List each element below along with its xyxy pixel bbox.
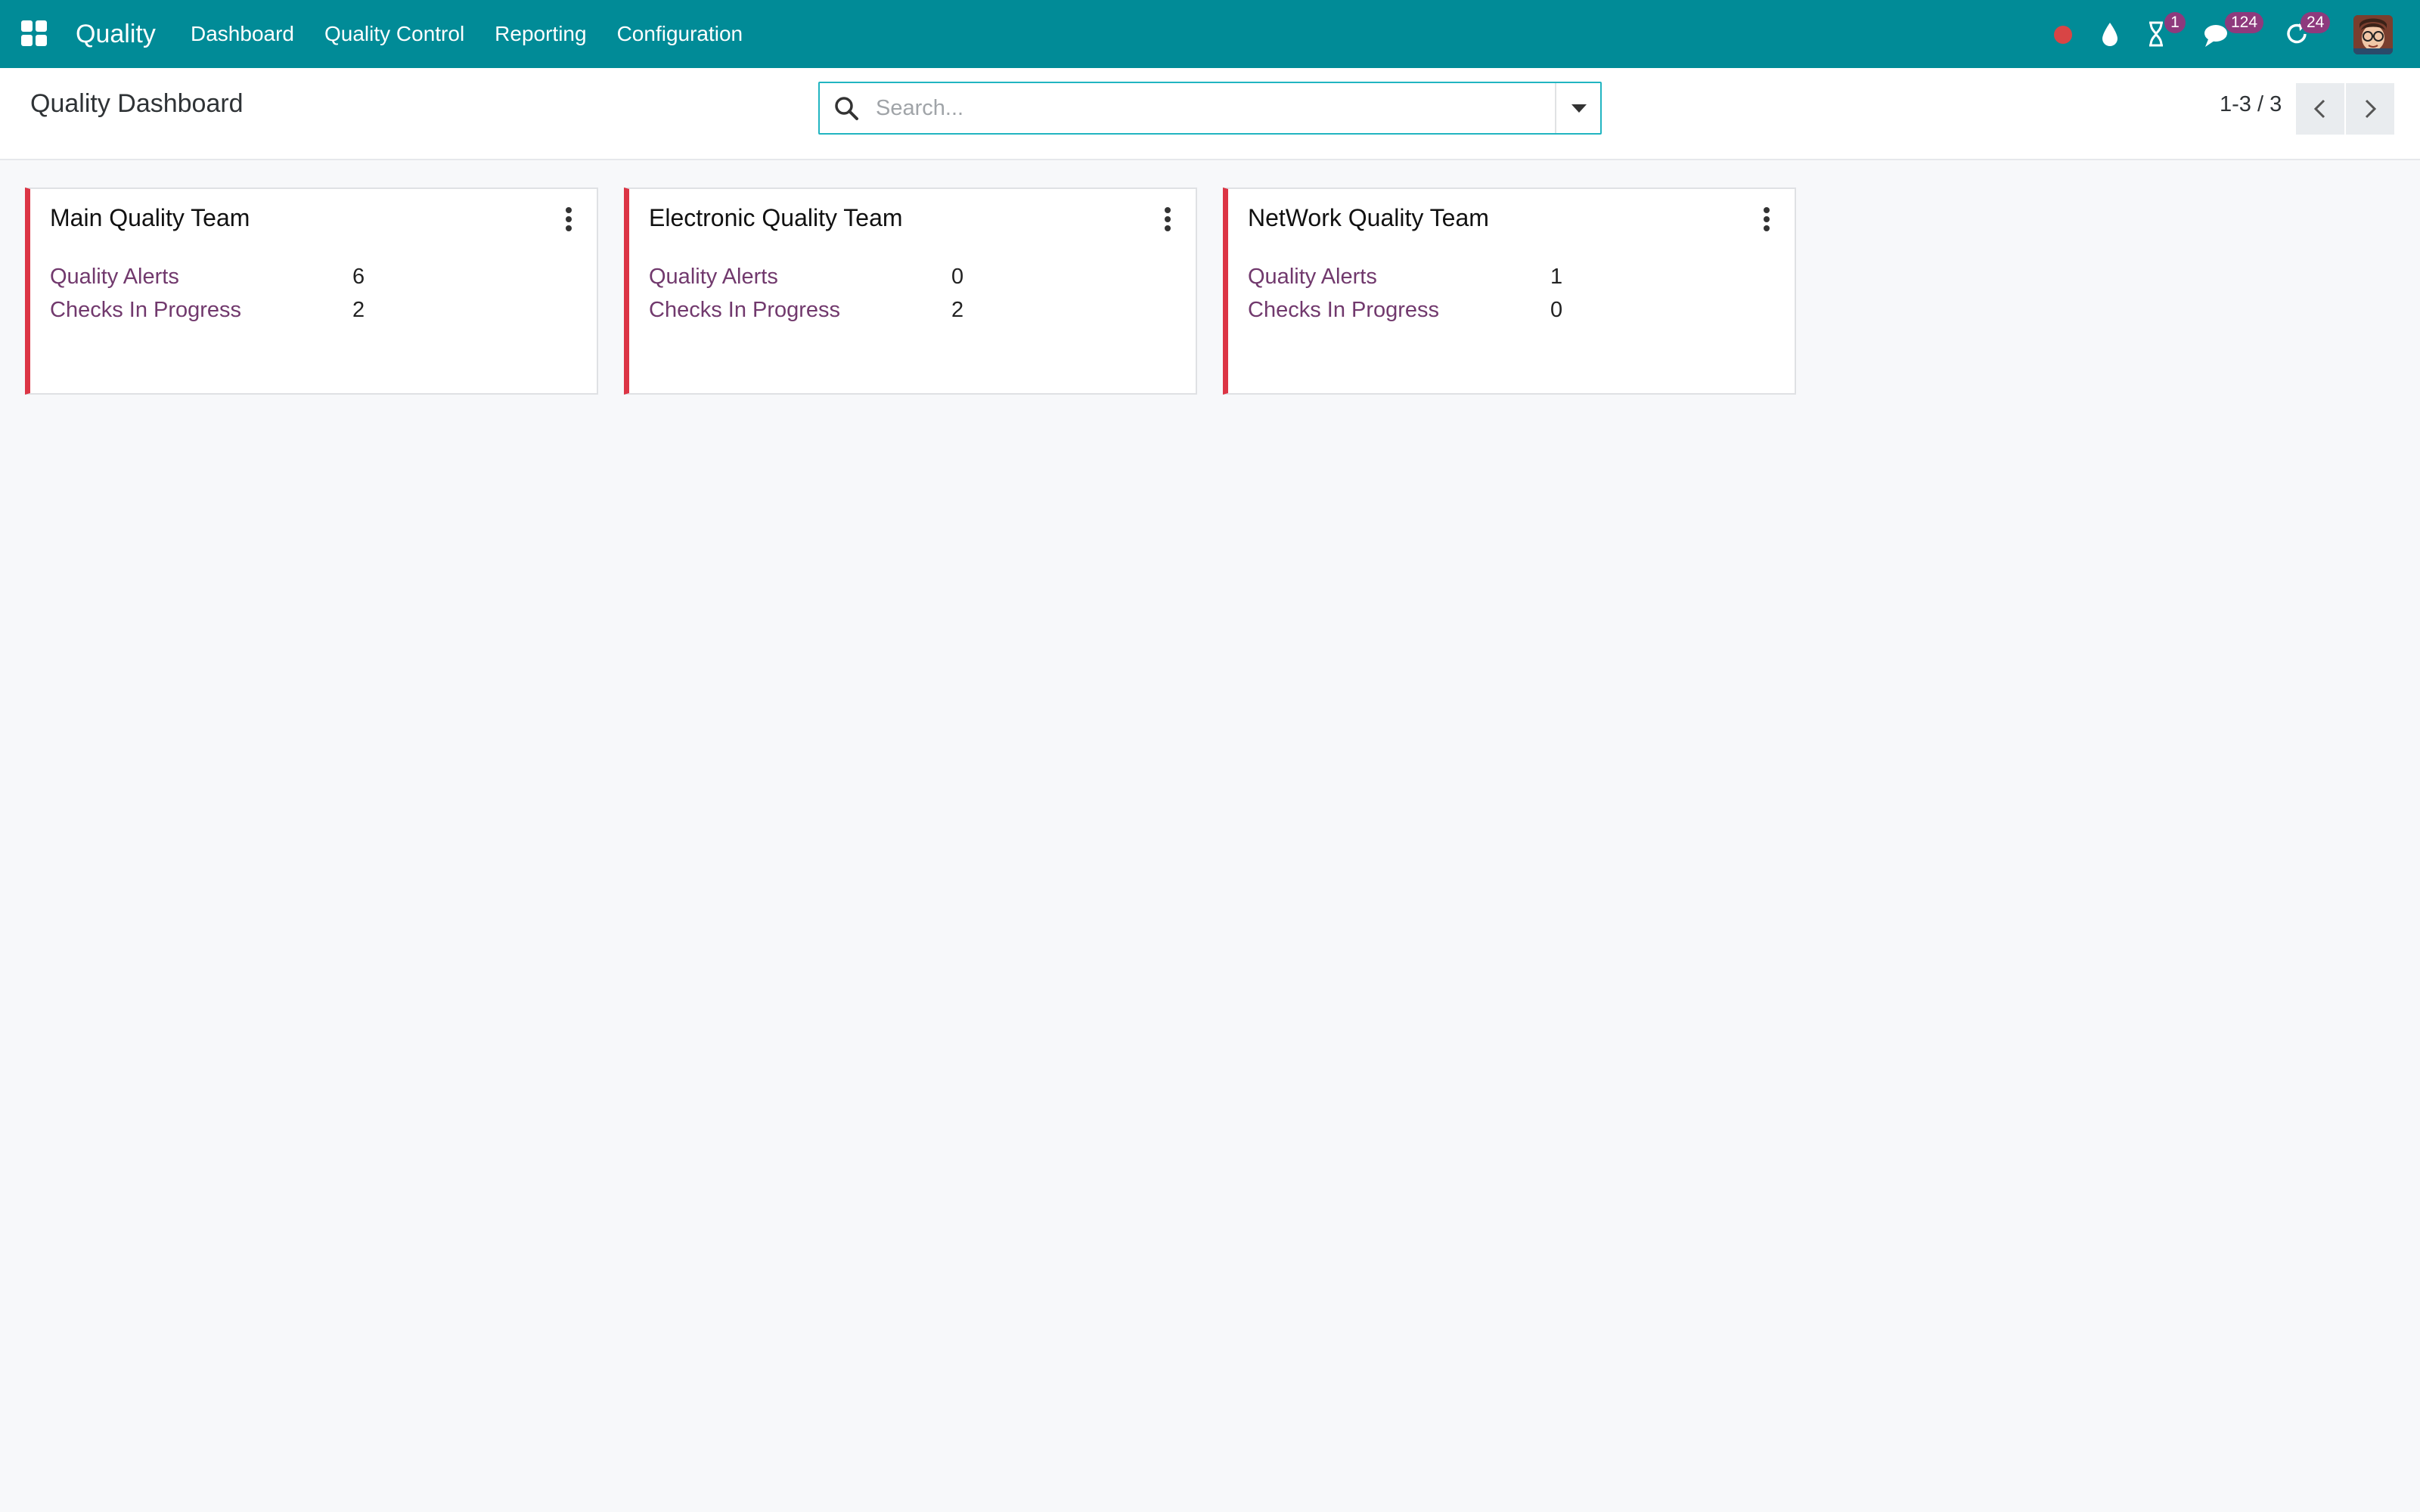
pager-value[interactable]: 1-3 / 3: [2220, 92, 2282, 117]
user-avatar[interactable]: [2353, 15, 2393, 54]
caret-down-icon: [1571, 104, 1587, 113]
pager-next-button[interactable]: [2346, 83, 2394, 135]
app-menu-icon[interactable]: [21, 20, 47, 46]
page-title: Quality Dashboard: [30, 89, 244, 118]
droplet-icon[interactable]: [2099, 0, 2122, 68]
messages-badge: 124: [2225, 12, 2264, 33]
quality-alerts-link[interactable]: Quality Alerts: [50, 265, 179, 290]
pager-previous-button[interactable]: [2296, 83, 2344, 135]
checks-in-progress-count: 2: [352, 298, 365, 322]
updates-badge: 24: [2301, 12, 2331, 33]
card-options-icon[interactable]: [1162, 207, 1173, 234]
menu-dashboard[interactable]: Dashboard: [175, 0, 309, 68]
main-menu: Dashboard Quality Control Reporting Conf…: [175, 0, 758, 68]
checks-in-progress-count: 2: [951, 298, 964, 322]
chevron-right-icon: [2365, 99, 2377, 119]
quality-alerts-count: 1: [1550, 265, 1563, 289]
messages-button[interactable]: 124: [2202, 0, 2264, 68]
search-icon: [835, 97, 858, 120]
checks-in-progress-link[interactable]: Checks In Progress: [50, 298, 241, 323]
quality-alerts-count: 0: [951, 265, 964, 289]
checks-in-progress-link[interactable]: Checks In Progress: [1248, 298, 1439, 323]
search-options-toggle[interactable]: [1555, 83, 1600, 133]
record-dot-icon: [2054, 26, 2072, 44]
quality-alerts-count: 6: [352, 265, 365, 289]
app-brand[interactable]: Quality: [76, 0, 156, 68]
search-input[interactable]: [876, 89, 1526, 127]
activity-badge: 1: [2164, 12, 2186, 33]
checks-in-progress-count: 0: [1550, 298, 1563, 322]
team-card-electronic[interactable]: Electronic Quality Team Quality Alerts 0…: [624, 187, 1197, 395]
card-options-icon[interactable]: [563, 207, 574, 234]
search-bar: [818, 82, 1602, 135]
team-card-main[interactable]: Main Quality Team Quality Alerts 6 Check…: [25, 187, 598, 395]
team-card-network[interactable]: NetWork Quality Team Quality Alerts 1 Ch…: [1223, 187, 1796, 395]
quality-alerts-link[interactable]: Quality Alerts: [649, 265, 778, 290]
hourglass-icon: [2149, 21, 2163, 47]
quality-alerts-link[interactable]: Quality Alerts: [1248, 265, 1377, 290]
menu-quality-control[interactable]: Quality Control: [309, 0, 479, 68]
recording-indicator[interactable]: [2054, 0, 2077, 68]
refresh-clock-icon: [2287, 23, 2307, 44]
checks-in-progress-link[interactable]: Checks In Progress: [649, 298, 840, 323]
team-name: Main Quality Team: [50, 204, 250, 231]
chat-icon: [2204, 25, 2227, 47]
updates-button[interactable]: 24: [2284, 0, 2332, 68]
card-options-icon[interactable]: [1761, 207, 1772, 234]
menu-reporting[interactable]: Reporting: [479, 0, 601, 68]
team-name: NetWork Quality Team: [1248, 204, 1489, 231]
team-name: Electronic Quality Team: [649, 204, 903, 231]
menu-configuration[interactable]: Configuration: [602, 0, 759, 68]
top-navbar: Quality Dashboard Quality Control Report…: [0, 0, 2420, 68]
chevron-left-icon: [2313, 99, 2325, 119]
activity-button[interactable]: 1: [2145, 0, 2190, 68]
